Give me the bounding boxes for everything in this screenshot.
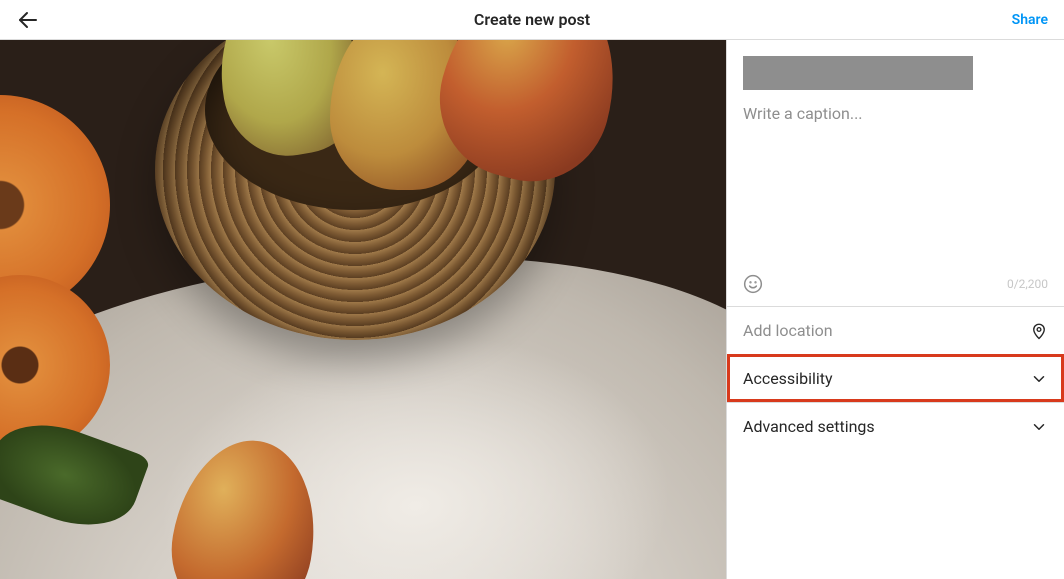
caption-input[interactable] xyxy=(743,104,1048,264)
location-pin-icon xyxy=(1030,322,1048,340)
character-count: 0/2,200 xyxy=(1007,277,1048,291)
caption-footer: 0/2,200 xyxy=(727,268,1064,306)
modal-header: Create new post Share xyxy=(0,0,1064,40)
accessibility-row[interactable]: Accessibility xyxy=(727,354,1064,402)
compose-sidebar: 0/2,200 Add location Accessibility Advan… xyxy=(726,40,1064,579)
modal-title: Create new post xyxy=(474,10,590,29)
share-button[interactable]: Share xyxy=(1012,12,1048,28)
advanced-settings-label: Advanced settings xyxy=(743,417,875,436)
chevron-down-icon xyxy=(1030,370,1048,388)
add-location-label: Add location xyxy=(743,321,833,340)
user-block xyxy=(727,40,1064,96)
chevron-down-icon xyxy=(1030,418,1048,436)
image-preview xyxy=(0,40,726,579)
accessibility-label: Accessibility xyxy=(743,369,833,388)
add-location-row[interactable]: Add location xyxy=(727,306,1064,354)
modal-content: 0/2,200 Add location Accessibility Advan… xyxy=(0,40,1064,579)
advanced-settings-row[interactable]: Advanced settings xyxy=(727,402,1064,450)
user-info-redacted xyxy=(743,56,973,90)
emoji-icon xyxy=(743,274,763,294)
arrow-left-icon xyxy=(16,8,40,32)
emoji-picker-button[interactable] xyxy=(743,274,763,294)
caption-area xyxy=(727,96,1064,268)
back-button[interactable] xyxy=(16,8,40,32)
